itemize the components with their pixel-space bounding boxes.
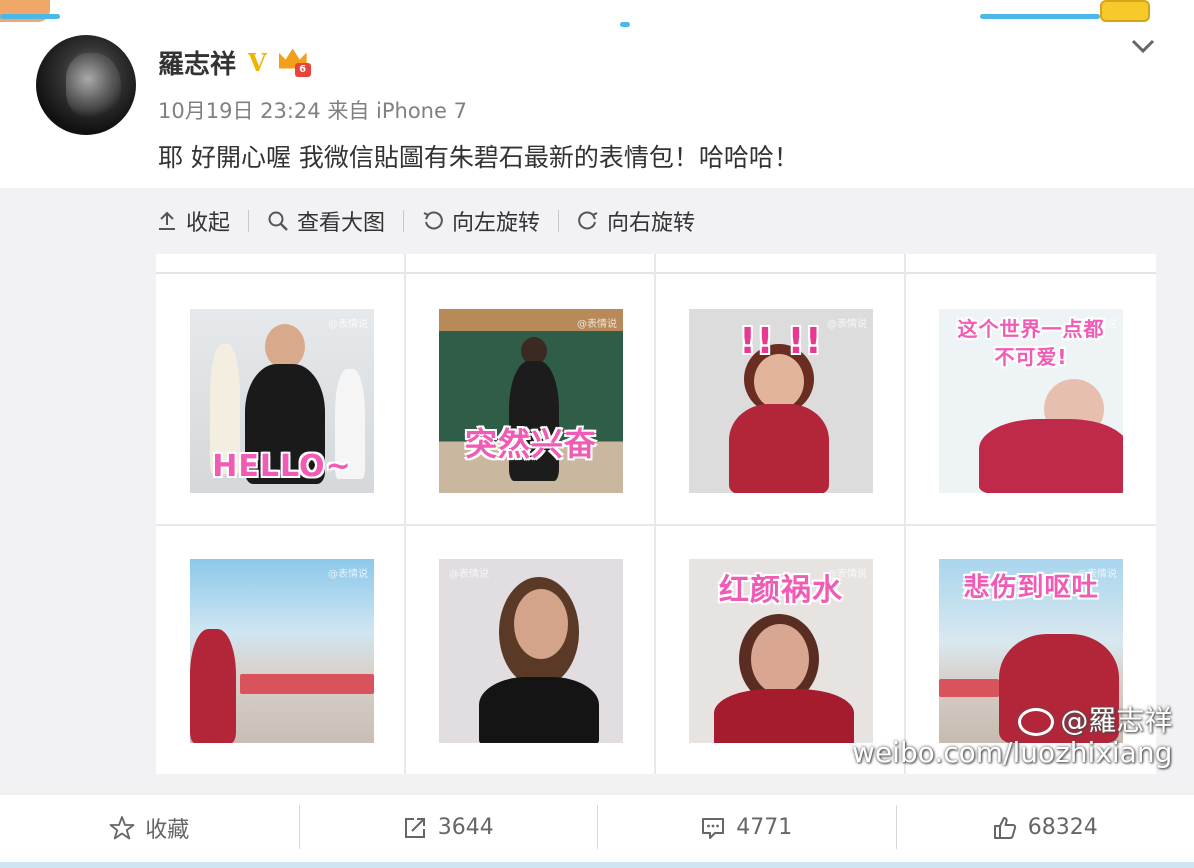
source-prefix: 来自: [327, 99, 370, 123]
member-level: 6: [294, 62, 311, 77]
grid-top-strip: [156, 254, 1156, 274]
chevron-down-icon[interactable]: [1129, 32, 1157, 60]
sticker-image[interactable]: @表情说 HELLO~: [190, 309, 374, 493]
collapse-up-icon: [159, 211, 175, 230]
water-wave-decoration: [980, 14, 1100, 19]
view-large-button[interactable]: 查看大图: [267, 205, 385, 237]
sticker-image[interactable]: @表情说 这个世界一点都 不可爱!: [939, 309, 1123, 493]
search-icon: [268, 211, 288, 231]
rotate-left-label: 向左旋转: [452, 211, 541, 236]
comment-count: 4771: [736, 815, 793, 840]
post-text: 耶 好開心喔 我微信貼圖有朱碧石最新的表情包！哈哈哈！: [158, 143, 799, 172]
author-row: 羅志祥 V 6: [158, 44, 311, 81]
water-wave-decoration: [620, 22, 630, 27]
share-icon: [404, 817, 425, 838]
verified-badge-icon[interactable]: V: [248, 48, 267, 77]
action-bar: 收藏 3644 4771 68324: [0, 794, 1194, 860]
sticker-watermark: @表情说: [328, 569, 368, 580]
star-icon: [109, 815, 135, 839]
toolbar-divider: [248, 210, 250, 232]
grid-divider: [654, 254, 656, 774]
sticker-caption: 红颜祸水: [719, 573, 843, 608]
sticker-image[interactable]: @表情说 突然兴奋: [439, 309, 623, 493]
rotate-right-button[interactable]: 向右旋转: [577, 205, 695, 237]
rotate-left-icon: [423, 211, 443, 230]
sticker-caption: 悲伤到呕吐: [963, 573, 1099, 603]
sticker-image[interactable]: @表情说: [190, 559, 374, 743]
post-source[interactable]: iPhone 7: [376, 99, 467, 123]
sticker-caption: 突然兴奋: [464, 425, 597, 463]
collapse-label: 收起: [186, 211, 231, 236]
collapse-button[interactable]: 收起: [156, 205, 230, 237]
view-large-label: 查看大图: [297, 211, 386, 236]
post-time[interactable]: 10月19日 23:24: [158, 99, 321, 123]
sticker-caption: HELLO~: [212, 449, 352, 484]
repost-button[interactable]: 3644: [298, 795, 598, 860]
sticker-watermark: @表情说: [328, 319, 368, 330]
like-count: 68324: [1027, 815, 1098, 840]
sticker-caption: !! !!: [739, 321, 823, 362]
sticker-watermark: @表情说: [577, 319, 617, 330]
member-crown-icon[interactable]: 6: [278, 48, 311, 77]
sticker-grid: @表情说 HELLO~ @表情说 突然兴奋 @表情说 !! !! @表情说 这个…: [156, 254, 1156, 774]
author-name[interactable]: 羅志祥: [158, 44, 236, 81]
grid-divider: [404, 254, 406, 774]
weibo-logo-icon: [1018, 708, 1055, 736]
bottom-border: [0, 862, 1194, 868]
like-button[interactable]: 68324: [895, 795, 1194, 860]
sticker-caption: 这个世界一点都 不可爱!: [957, 317, 1105, 369]
repost-count: 3644: [437, 815, 494, 840]
sticker-image[interactable]: @表情说: [439, 559, 623, 743]
sticker-image[interactable]: @表情说 红颜祸水: [689, 559, 873, 743]
sticker-watermark: @表情说: [449, 569, 489, 580]
comment-button[interactable]: 4771: [597, 795, 896, 860]
rotate-right-icon: [578, 211, 598, 230]
comment-icon: [702, 817, 725, 839]
grid-divider: [904, 254, 906, 774]
top-decoration: [0, 0, 1194, 30]
rotate-right-label: 向右旋转: [607, 211, 696, 236]
toolbar-divider: [558, 210, 560, 232]
post-meta: 10月19日 23:24 来自 iPhone 7: [158, 95, 467, 125]
water-wave-decoration: [0, 14, 60, 19]
toolbar-divider: [403, 210, 405, 232]
soap-sticker-icon: [1100, 0, 1150, 22]
watermark-handle: @羅志祥: [1060, 704, 1173, 737]
favorite-label: 收藏: [145, 817, 190, 843]
avatar[interactable]: [36, 35, 136, 135]
thumbs-up-icon: [993, 816, 1016, 839]
media-toolbar: 收起 查看大图 向左旋转 向右旋转: [156, 204, 695, 238]
rotate-left-button[interactable]: 向左旋转: [422, 205, 540, 237]
grid-divider: [156, 524, 1156, 526]
favorite-button[interactable]: 收藏: [0, 795, 299, 860]
weibo-watermark: @羅志祥 weibo.com/luozhixiang: [852, 705, 1172, 769]
sticker-image[interactable]: @表情说 !! !!: [689, 309, 873, 493]
watermark-url: weibo.com/luozhixiang: [852, 736, 1173, 769]
